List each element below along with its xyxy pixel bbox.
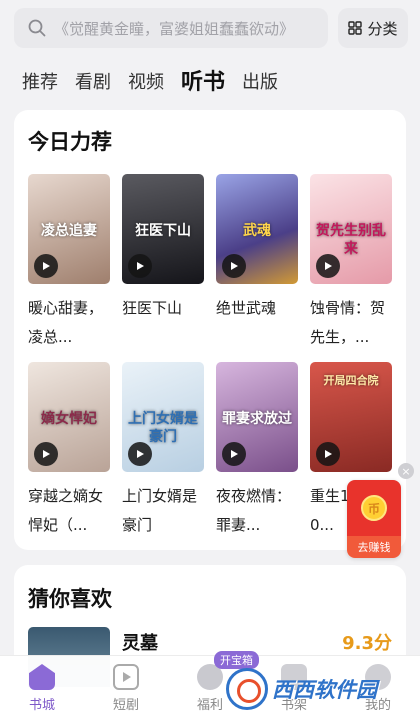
tab-publish[interactable]: 出版 (242, 68, 278, 98)
earn-money-label: 去赚钱 (347, 536, 401, 558)
play-icon[interactable] (316, 254, 340, 278)
book-item[interactable]: 武魂 绝世武魂 (216, 174, 298, 323)
play-icon[interactable] (34, 442, 58, 466)
search-bar[interactable]: 《觉醒黄金瞳，富婆姐姐蠢蠢欲动》 (14, 8, 328, 48)
book-cover: 狂医下山 (122, 174, 204, 284)
book-cover: 凌总追妻 (28, 174, 110, 284)
book-item[interactable]: 罪妻求放过 夜夜燃情：罪妻... (216, 362, 298, 540)
play-icon[interactable] (34, 254, 58, 278)
book-item[interactable]: 狂医下山 狂医下山 (122, 174, 204, 323)
book-item[interactable]: 凌总追妻 暖心甜妻，凌总... (28, 174, 110, 352)
video-icon (113, 664, 139, 690)
section-title: 猜你喜欢 (28, 587, 112, 611)
book-cover: 嫡女悍妃 (28, 362, 110, 472)
category-label: 分类 (367, 19, 398, 38)
book-title: 上门女婿是豪门 (122, 487, 198, 534)
book-item[interactable]: 上门女婿是豪门 上门女婿是豪门 (122, 362, 204, 540)
search-placeholder: 《觉醒黄金瞳，富婆姐姐蠢蠢欲动》 (54, 19, 295, 38)
section-title: 今日力荐 (28, 130, 112, 154)
play-icon[interactable] (128, 254, 152, 278)
book-title: 绝世武魂 (216, 299, 277, 317)
watermark-logo-icon (226, 668, 268, 710)
book-cover: 武魂 (216, 174, 298, 284)
play-icon[interactable] (128, 442, 152, 466)
play-icon[interactable] (222, 254, 246, 278)
tab-audiobook[interactable]: 听书 (181, 68, 225, 98)
close-icon[interactable]: × (398, 463, 414, 479)
book-title[interactable]: 灵墓 (122, 629, 158, 655)
play-icon[interactable] (222, 442, 246, 466)
tab-video[interactable]: 视频 (128, 68, 164, 98)
tab-drama[interactable]: 看剧 (75, 68, 111, 98)
book-title: 暖心甜妻，凌总... (28, 299, 104, 346)
home-icon (29, 664, 55, 690)
tab-bar: 推荐 看剧 视频 听书 出版 (22, 62, 278, 98)
coin-icon: 币 (361, 495, 387, 521)
watermark: 西西软件园 (226, 667, 416, 711)
earn-money-widget[interactable]: 币 去赚钱 (347, 480, 401, 558)
book-cover: 上门女婿是豪门 (122, 362, 204, 472)
book-title: 蚀骨情：贺先生，... (310, 299, 386, 346)
search-icon (28, 19, 46, 37)
book-item[interactable]: 嫡女悍妃 穿越之嫡女悍妃（... (28, 362, 110, 540)
nav-short-drama[interactable]: 短剧 (96, 664, 156, 713)
book-cover: 罪妻求放过 (216, 362, 298, 472)
tab-recommend[interactable]: 推荐 (22, 68, 58, 98)
nav-bookstore[interactable]: 书城 (12, 664, 72, 713)
category-button[interactable]: 分类 (338, 8, 408, 48)
book-title: 狂医下山 (122, 299, 183, 317)
book-cover: 开局四合院 (310, 362, 392, 472)
book-cover: 贺先生别乱来 (310, 174, 392, 284)
top-bar: 《觉醒黄金瞳，富婆姐姐蠢蠢欲动》 分类 (0, 0, 420, 56)
book-item[interactable]: 贺先生别乱来 蚀骨情：贺先生，... (310, 174, 392, 352)
grid-icon (348, 21, 363, 35)
book-title: 夜夜燃情：罪妻... (216, 487, 292, 534)
play-icon[interactable] (316, 442, 340, 466)
book-title: 穿越之嫡女悍妃（... (28, 487, 104, 534)
book-score: 9.3分 (342, 633, 392, 654)
red-packet-icon: 币 (347, 480, 401, 536)
